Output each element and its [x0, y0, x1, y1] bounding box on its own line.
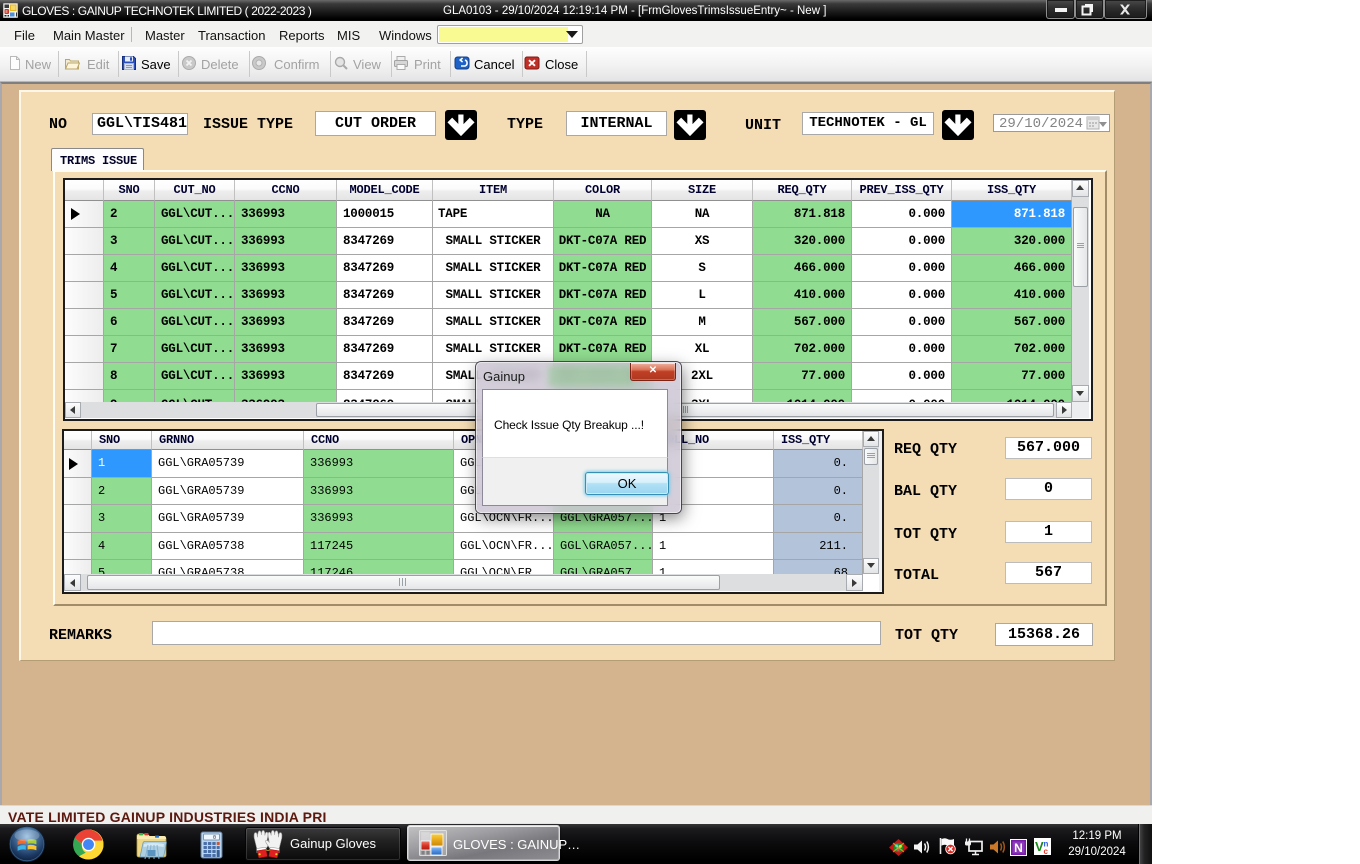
svg-text:N: N [1014, 841, 1023, 855]
svg-text:0: 0 [213, 835, 216, 841]
svg-text:c: c [1044, 847, 1049, 855]
